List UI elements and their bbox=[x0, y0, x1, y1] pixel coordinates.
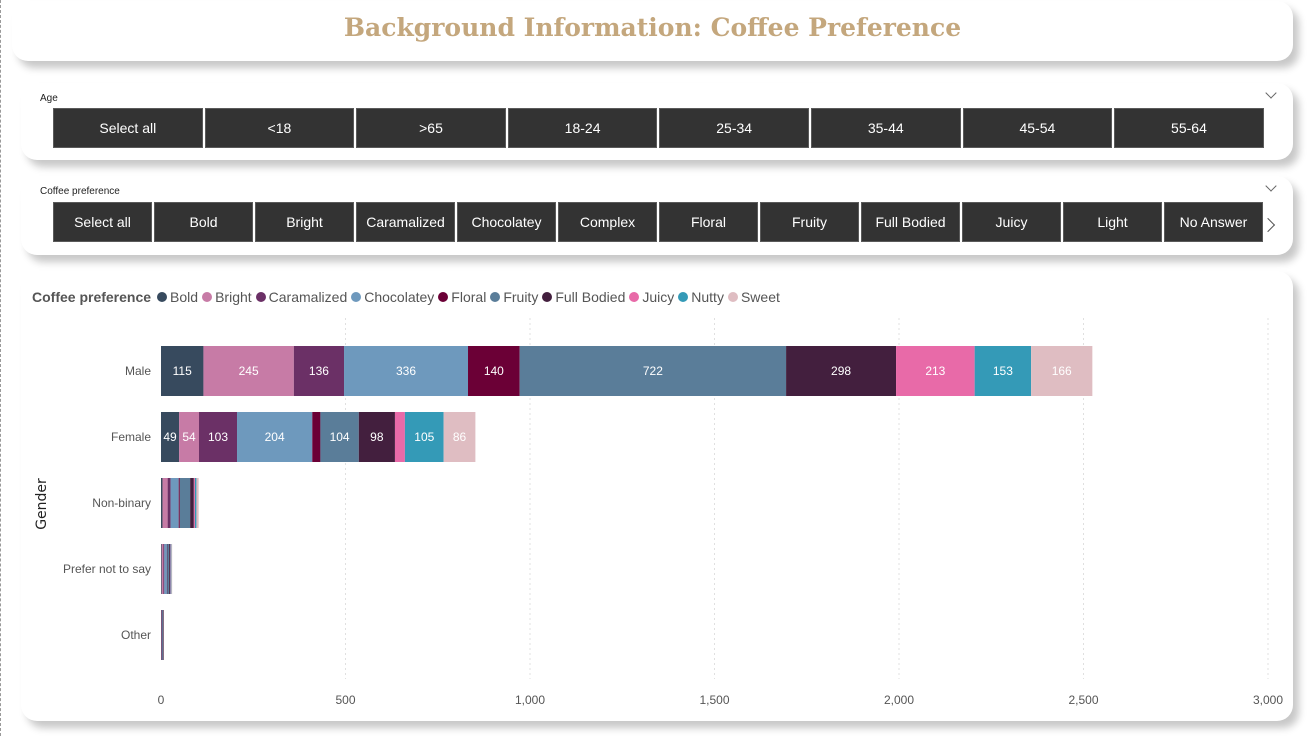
x-tick-label: 500 bbox=[335, 693, 355, 707]
data-label: 722 bbox=[643, 364, 663, 378]
bar-segment bbox=[163, 544, 165, 594]
x-tick-label: 3,000 bbox=[1253, 693, 1283, 707]
x-tick-label: 2,000 bbox=[884, 693, 914, 707]
bar-segment bbox=[161, 544, 164, 594]
bar-segment bbox=[179, 478, 191, 528]
data-label: 136 bbox=[309, 364, 329, 378]
bar-segment bbox=[196, 478, 199, 528]
data-label: 98 bbox=[370, 430, 384, 444]
data-label: 153 bbox=[993, 364, 1013, 378]
data-label: 54 bbox=[182, 430, 196, 444]
age-slicer-label: Age bbox=[40, 93, 58, 104]
bar-segment bbox=[312, 412, 321, 462]
bar-segment bbox=[170, 478, 179, 528]
slicer-option-button[interactable]: 25-34 bbox=[659, 108, 809, 148]
data-label: 298 bbox=[831, 364, 851, 378]
pref-options: Select all Bold Bright Caramalized Chocolate… bbox=[53, 202, 1263, 242]
y-axis-title: Gender bbox=[34, 478, 50, 530]
data-label: 103 bbox=[208, 430, 228, 444]
x-tick-label: 1,500 bbox=[699, 693, 729, 707]
data-label: 105 bbox=[414, 430, 434, 444]
x-tick-label: 2,500 bbox=[1068, 693, 1098, 707]
slicer-option-button[interactable]: <18 bbox=[204, 108, 355, 148]
bar-segment bbox=[171, 544, 173, 594]
coffee-preference-slicer: Coffee preference Select all Bold Bright Ca… bbox=[21, 176, 1293, 255]
bar-segment bbox=[164, 544, 167, 594]
data-label: 245 bbox=[239, 364, 259, 378]
bar-segment bbox=[162, 478, 168, 528]
bar-segment bbox=[161, 478, 163, 528]
bar-segment bbox=[190, 478, 194, 528]
slicer-option-button[interactable]: Bold bbox=[154, 202, 253, 242]
data-label: 140 bbox=[484, 364, 504, 378]
chart-card: Coffee preference Bold Bright Caramalized C… bbox=[21, 271, 1293, 721]
bar-segment bbox=[193, 478, 195, 528]
bar-segment bbox=[394, 412, 405, 462]
slicer-option-button[interactable]: 55-64 bbox=[1114, 108, 1264, 148]
data-label: 213 bbox=[925, 364, 945, 378]
slicer-option-button[interactable]: 45-54 bbox=[962, 108, 1113, 148]
slicer-option-button[interactable]: Complex bbox=[558, 202, 657, 242]
bar-segment bbox=[178, 478, 180, 528]
bar-segment bbox=[162, 610, 164, 660]
page-title: Background Information: Coffee Preferenc… bbox=[343, 13, 962, 42]
slicer-option-button[interactable]: Bright bbox=[255, 202, 354, 242]
chevron-down-icon[interactable] bbox=[1265, 180, 1277, 192]
slicer-option-button[interactable]: No Answer bbox=[1164, 202, 1263, 242]
data-label: 86 bbox=[453, 430, 467, 444]
slicer-option-button[interactable]: Juicy bbox=[962, 202, 1061, 242]
slicer-option-button[interactable]: >65 bbox=[356, 108, 506, 148]
category-label: Prefer not to say bbox=[63, 562, 151, 576]
slicer-option-button[interactable]: Caramalized bbox=[356, 202, 455, 242]
slicer-option-button[interactable]: Full Bodied bbox=[861, 202, 960, 242]
bar-segment bbox=[167, 478, 171, 528]
age-options: Select all <18 >65 18-24 25-34 35-44 45-54 55-6… bbox=[53, 108, 1264, 148]
age-slicer: Age Select all <18 >65 18-24 25-34 35-44 45-54… bbox=[21, 83, 1293, 160]
data-label: 336 bbox=[396, 364, 416, 378]
chevron-down-icon[interactable] bbox=[1265, 87, 1277, 99]
category-label: Female bbox=[111, 430, 151, 444]
category-label: Male bbox=[125, 364, 151, 378]
data-label: 49 bbox=[163, 430, 177, 444]
x-tick-label: 1,000 bbox=[515, 693, 545, 707]
bar-segment bbox=[161, 544, 162, 594]
data-label: 104 bbox=[330, 430, 350, 444]
title-card: Background Information: Coffee Preferenc… bbox=[12, 1, 1293, 61]
bar-segment bbox=[194, 478, 197, 528]
bar-segment bbox=[169, 544, 171, 594]
bar-segment bbox=[170, 544, 172, 594]
data-label: 115 bbox=[173, 364, 192, 378]
slicer-option-button[interactable]: 35-44 bbox=[810, 108, 961, 148]
data-label: 166 bbox=[1052, 364, 1072, 378]
slicer-option-button[interactable]: Fruity bbox=[760, 202, 859, 242]
category-label: Other bbox=[121, 628, 151, 642]
slicer-option-button[interactable]: Light bbox=[1063, 202, 1162, 242]
chevron-right-icon[interactable] bbox=[1260, 217, 1276, 233]
pref-slicer-label: Coffee preference bbox=[40, 186, 120, 197]
stacked-bar-chart: 0 500 1,000 1,500 2,000 2,500 3,000 Gender Male 1… bbox=[34, 318, 1283, 707]
slicer-option-button[interactable]: Select all bbox=[53, 202, 152, 242]
x-tick-label: 0 bbox=[158, 693, 165, 707]
bar-segment bbox=[167, 544, 170, 594]
slicer-option-button[interactable]: Chocolatey bbox=[457, 202, 556, 242]
slicer-option-button[interactable]: Floral bbox=[659, 202, 758, 242]
slicer-option-button[interactable]: 18-24 bbox=[507, 108, 658, 148]
data-label: 204 bbox=[265, 430, 285, 444]
category-label: Non-binary bbox=[92, 496, 151, 510]
slicer-option-button[interactable]: Select all bbox=[53, 108, 203, 148]
